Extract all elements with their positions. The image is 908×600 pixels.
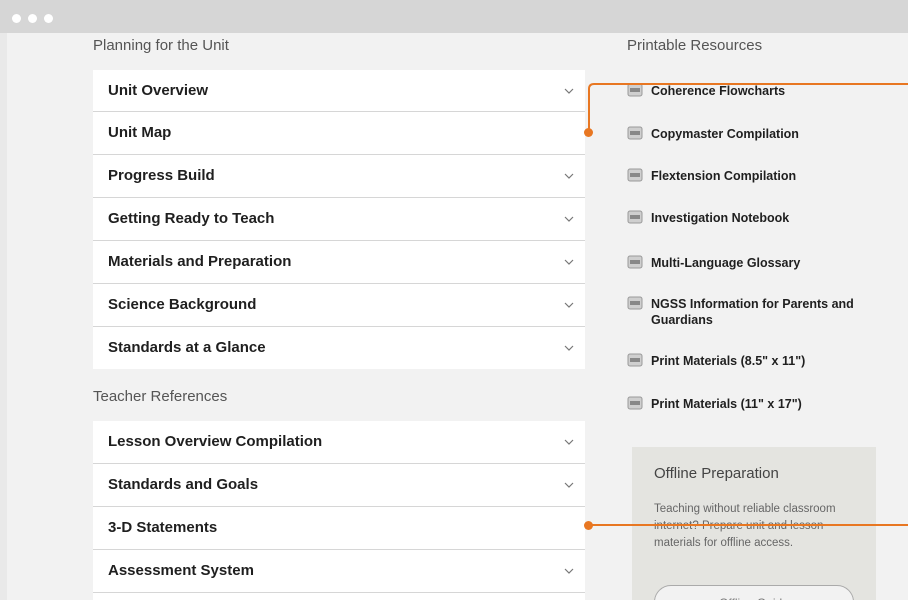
resource-label: Multi-Language Glossary <box>651 256 801 270</box>
maximize-window-control[interactable] <box>44 14 53 23</box>
accordion-label: Standards and Goals <box>108 476 259 493</box>
accordion-materials-and-preparation[interactable]: Materials and Preparation <box>93 241 585 284</box>
accordion-science-background[interactable]: Science Background <box>93 284 585 327</box>
teacher-section-title: Teacher References <box>93 388 228 405</box>
chevron-down-icon <box>564 345 574 351</box>
chevron-down-icon <box>564 439 574 445</box>
callout-dot-unit-map <box>584 128 593 137</box>
callout-line-3d-statements <box>589 524 908 526</box>
printable-resources-title: Printable Resources <box>627 37 763 54</box>
accordion-label: Unit Overview <box>108 82 209 99</box>
accordion-assessment-system[interactable]: Assessment System <box>93 550 585 593</box>
resource-label: Investigation Notebook <box>651 211 790 225</box>
accordion-unit-map[interactable]: Unit Map <box>93 112 585 155</box>
pdf-icon <box>627 396 643 410</box>
accordion-label: Progress Build <box>108 167 215 184</box>
pdf-icon <box>627 210 643 224</box>
browser-window: Planning for the Unit Unit Overview Unit… <box>0 0 908 600</box>
resource-label: Print Materials (8.5" x 11") <box>651 354 806 368</box>
accordion-next-item[interactable] <box>93 593 585 600</box>
accordion-label: Getting Ready to Teach <box>108 210 275 227</box>
accordion-label: Standards at a Glance <box>108 339 266 356</box>
accordion-lesson-overview-compilation[interactable]: Lesson Overview Compilation <box>93 421 585 464</box>
offline-title: Offline Preparation <box>654 465 779 482</box>
offline-guide-button[interactable]: Offline Guide <box>654 585 854 600</box>
unit-resources-page: Planning for the Unit Unit Overview Unit… <box>7 33 908 600</box>
chevron-down-icon <box>564 216 574 222</box>
accordion-label: Unit Map <box>108 124 172 141</box>
pdf-icon <box>627 255 643 269</box>
accordion-unit-overview[interactable]: Unit Overview <box>93 70 585 112</box>
planning-section-title: Planning for the Unit <box>93 37 229 54</box>
resource-label: Flextension Compilation <box>651 169 797 183</box>
accordion-getting-ready-to-teach[interactable]: Getting Ready to Teach <box>93 198 585 241</box>
close-window-control[interactable] <box>12 14 21 23</box>
accordion-label: Assessment System <box>108 562 254 579</box>
pdf-icon <box>627 296 643 310</box>
accordion-label: 3-D Statements <box>108 519 218 536</box>
accordion-label: Science Background <box>108 296 257 313</box>
window-titlebar <box>0 0 908 33</box>
chevron-down-icon <box>564 88 574 94</box>
accordion-3d-statements[interactable]: 3-D Statements <box>93 507 585 550</box>
resource-label: NGSS Information for Parents and Guardia… <box>651 297 854 327</box>
accordion-label: Lesson Overview Compilation <box>108 433 323 450</box>
accordion-standards-at-a-glance[interactable]: Standards at a Glance <box>93 327 585 369</box>
minimize-window-control[interactable] <box>28 14 37 23</box>
accordion-label: Materials and Preparation <box>108 253 292 270</box>
chevron-down-icon <box>564 482 574 488</box>
chevron-down-icon <box>564 302 574 308</box>
resource-label: Print Materials (11" x 17") <box>651 397 802 411</box>
chevron-down-icon <box>564 568 574 574</box>
pdf-icon <box>627 168 643 182</box>
chevron-down-icon <box>564 259 574 265</box>
pdf-icon <box>627 353 643 367</box>
callout-line-unit-map <box>588 83 908 131</box>
accordion-standards-and-goals[interactable]: Standards and Goals <box>93 464 585 507</box>
chevron-down-icon <box>564 173 574 179</box>
accordion-progress-build[interactable]: Progress Build <box>93 155 585 198</box>
callout-dot-3d-statements <box>584 521 593 530</box>
